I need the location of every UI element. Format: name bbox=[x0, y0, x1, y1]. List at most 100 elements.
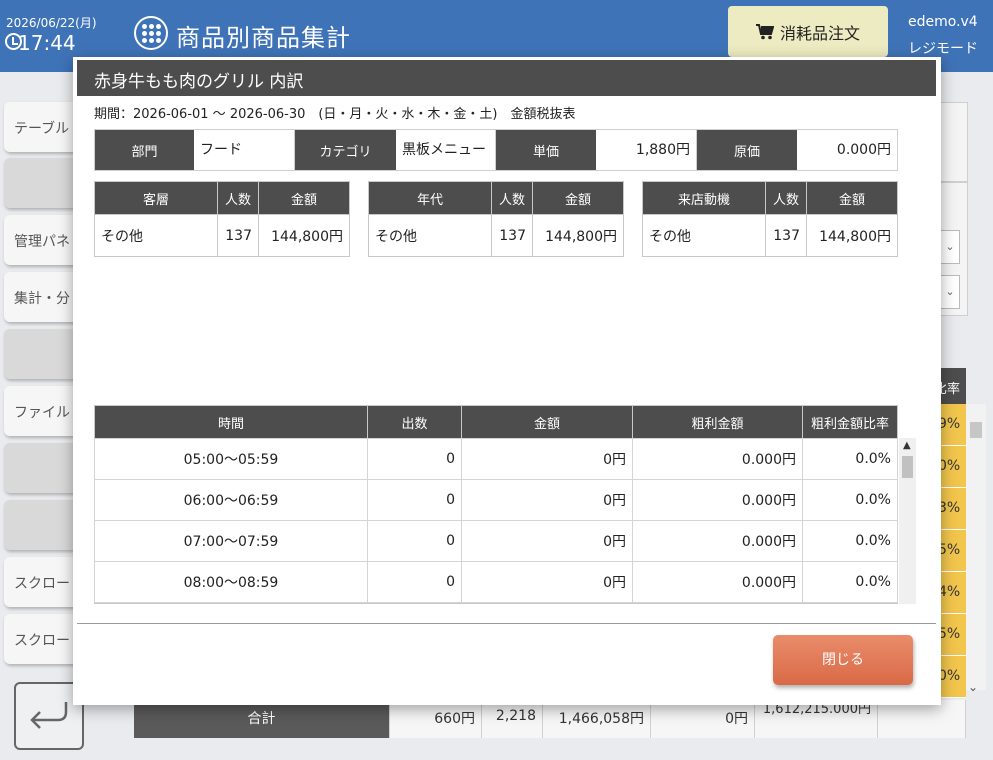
table-header: 人数 bbox=[491, 181, 533, 215]
sidebar-item-label: テーブル bbox=[14, 121, 70, 137]
table-cell: 0.000円 bbox=[632, 520, 803, 562]
chevron-down-icon[interactable]: ⌄ bbox=[968, 680, 978, 694]
table-cell: 137 bbox=[217, 214, 259, 257]
breakdown-modal: 赤身牛もも肉のグリル 内訳 期間：2026-06-01 ～ 2026-06-30… bbox=[73, 57, 941, 705]
total-value: 1,612,215.000円 bbox=[755, 700, 878, 738]
sidebar-item-label: スクロー bbox=[14, 633, 70, 649]
table-cell: 144,800円 bbox=[532, 214, 624, 257]
customer-type-table: 客層 人数 金額 その他 137 144,800円 bbox=[94, 181, 350, 257]
item-info-row: 部門 フード カテゴリ 黒板メニュー 単価 1,880円 原価 0.000円 bbox=[94, 129, 898, 171]
table-row: その他 137 144,800円 bbox=[368, 214, 624, 257]
sidebar-item-blank[interactable] bbox=[4, 329, 82, 379]
table-cell: 06:00～06:59 bbox=[94, 479, 368, 521]
table-cell: 144,800円 bbox=[806, 214, 898, 257]
current-date: 2026/06/22(月) bbox=[6, 16, 97, 30]
table-header: 金額 bbox=[461, 405, 633, 439]
sidebar-item-reports[interactable]: 集計・分 bbox=[4, 272, 82, 322]
order-supplies-label: 消耗品注文 bbox=[779, 23, 860, 43]
table-row: 07:00～07:59 0 0円 0.000円 0.0% bbox=[94, 520, 898, 562]
table-header: 金額 bbox=[532, 181, 624, 215]
back-arrow-icon bbox=[30, 702, 68, 729]
table-cell: 0.0% bbox=[802, 438, 898, 480]
total-label: 合計 bbox=[134, 700, 390, 738]
table-cell: 0 bbox=[367, 520, 462, 562]
category-value: 黒板メニュー bbox=[396, 130, 496, 170]
chevron-up-icon[interactable]: ▲ bbox=[903, 440, 911, 451]
table-cell: その他 bbox=[642, 214, 766, 257]
background-scrollbar[interactable] bbox=[966, 404, 986, 690]
grid-menu-icon[interactable] bbox=[134, 16, 168, 50]
cost-value: 0.000円 bbox=[797, 130, 897, 170]
table-header: 粗利金額 bbox=[632, 405, 803, 439]
table-header: 金額 bbox=[258, 181, 350, 215]
department-label: 部門 bbox=[95, 130, 194, 170]
sidebar-item-label: スクロー bbox=[14, 576, 70, 592]
sidebar-item-label: 集計・分 bbox=[14, 291, 70, 307]
table-row: その他 137 144,800円 bbox=[642, 214, 898, 257]
table-cell: 137 bbox=[491, 214, 533, 257]
background-scrollbar-thumb[interactable] bbox=[970, 422, 982, 438]
order-supplies-button[interactable]: 消耗品注文 bbox=[728, 6, 888, 57]
table-cell: 0 bbox=[367, 479, 462, 521]
unit-price-value: 1,880円 bbox=[596, 130, 697, 170]
table-cell: 0 bbox=[367, 438, 462, 480]
scrollbar-thumb[interactable] bbox=[902, 456, 913, 478]
department-value: フード bbox=[194, 130, 295, 170]
visit-motive-table: 来店動機 人数 金額 その他 137 144,800円 bbox=[642, 181, 898, 257]
sidebar-item-file[interactable]: ファイル bbox=[4, 386, 82, 436]
sidebar-item-scroll[interactable]: スクロー bbox=[4, 557, 82, 607]
cart-icon bbox=[755, 23, 774, 39]
table-row: 06:00～06:59 0 0円 0.000円 0.0% bbox=[94, 479, 898, 521]
table-cell: 0.0% bbox=[802, 520, 898, 562]
table-cell: 08:00～08:59 bbox=[94, 561, 368, 603]
table-cell: 0 bbox=[367, 561, 462, 603]
period-text: 期間：2026-06-01 ～ 2026-06-30 (日・月・火・水・木・金・… bbox=[94, 107, 576, 122]
page-title: 商品別商品集計 bbox=[176, 24, 351, 52]
total-value: 660円 bbox=[390, 700, 482, 738]
cost-label: 原価 bbox=[697, 130, 797, 170]
user-name: edemo.v4 bbox=[908, 14, 978, 30]
sidebar-item-blank[interactable] bbox=[4, 443, 82, 493]
sidebar-item-admin[interactable]: 管理パネ bbox=[4, 215, 82, 265]
background-total-row: 合計 660円 2,218 1,466,058円 0円 1,612,215.00… bbox=[134, 700, 966, 738]
chevron-down-icon[interactable]: ⌄ bbox=[940, 275, 960, 309]
total-value: 0円 bbox=[651, 700, 755, 738]
table-header: 客層 bbox=[94, 181, 218, 215]
table-header: 金額 bbox=[806, 181, 898, 215]
total-value-empty bbox=[878, 700, 966, 738]
table-cell: 137 bbox=[765, 214, 807, 257]
chevron-down-icon[interactable]: ⌄ bbox=[940, 230, 960, 264]
table-cell: 0円 bbox=[461, 438, 633, 480]
sidebar-item-blank[interactable] bbox=[4, 500, 82, 550]
table-cell: その他 bbox=[94, 214, 218, 257]
table-header: 来店動機 bbox=[642, 181, 766, 215]
total-value: 1,466,058円 bbox=[543, 700, 651, 738]
table-cell: 05:00～05:59 bbox=[94, 438, 368, 480]
modal-title: 赤身牛もも肉のグリル 内訳 bbox=[77, 60, 936, 96]
sidebar-item-label: ファイル bbox=[14, 405, 70, 421]
time-table-scrollbar[interactable]: ▲ bbox=[899, 438, 916, 604]
table-cell: 0.0% bbox=[802, 479, 898, 521]
age-group-table: 年代 人数 金額 その他 137 144,800円 bbox=[368, 181, 624, 257]
table-cell: 0円 bbox=[461, 479, 633, 521]
table-header: 時間 bbox=[94, 405, 368, 439]
time-table-body[interactable]: 05:00～05:59 0 0円 0.000円 0.0% 06:00～06:59… bbox=[94, 438, 898, 604]
table-cell: その他 bbox=[368, 214, 492, 257]
unit-price-label: 単価 bbox=[496, 130, 596, 170]
sidebar-item-table[interactable]: テーブル bbox=[4, 102, 82, 152]
sidebar-item-blank[interactable] bbox=[4, 158, 82, 208]
total-value: 2,218 bbox=[482, 700, 543, 738]
table-cell: 0.000円 bbox=[632, 561, 803, 603]
sidebar-item-scroll[interactable]: スクロー bbox=[4, 614, 82, 664]
user-mode: レジモード bbox=[908, 41, 978, 57]
time-table-header: 時間 出数 金額 粗利金額 粗利金額比率 bbox=[94, 405, 898, 439]
current-time: 17:44 bbox=[18, 31, 76, 55]
close-button[interactable]: 閉じる bbox=[773, 635, 913, 685]
table-row: 05:00～05:59 0 0円 0.000円 0.0% bbox=[94, 438, 898, 480]
table-cell: 0円 bbox=[461, 520, 633, 562]
table-cell: 0.0% bbox=[802, 561, 898, 603]
table-cell: 07:00～07:59 bbox=[94, 520, 368, 562]
table-cell: 144,800円 bbox=[258, 214, 350, 257]
category-label: カテゴリ bbox=[295, 130, 396, 170]
table-row: その他 137 144,800円 bbox=[94, 214, 350, 257]
